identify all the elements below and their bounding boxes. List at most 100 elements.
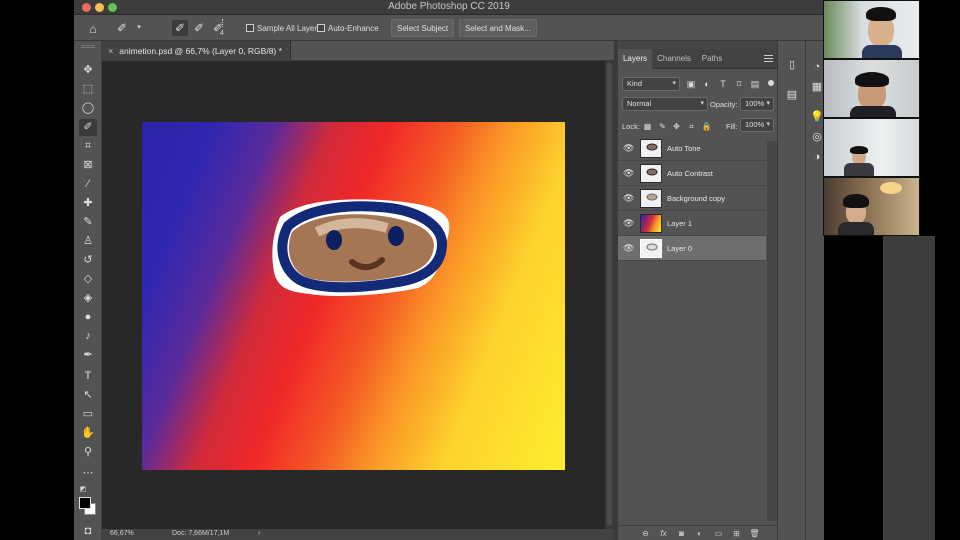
toolbar-grip[interactable] bbox=[81, 45, 95, 48]
participant-shirt bbox=[862, 45, 902, 58]
quick-mask-icon[interactable]: ◘ bbox=[79, 523, 97, 540]
participant-video-4[interactable] bbox=[823, 177, 920, 236]
scrollbar-thumb[interactable] bbox=[607, 63, 612, 525]
quick-selection-tool-icon[interactable]: ✐ bbox=[79, 119, 97, 136]
more-tools-icon[interactable]: ⋯ bbox=[79, 465, 97, 482]
pixel-layer-filter-icon[interactable]: ▣ bbox=[685, 78, 697, 90]
new-group-icon[interactable]: ▭ bbox=[713, 528, 724, 539]
zoom-tool-icon[interactable]: ⚲ bbox=[79, 444, 97, 461]
participant-shirt bbox=[844, 163, 874, 176]
participant-video-3[interactable] bbox=[823, 118, 920, 177]
lock-label: Lock: bbox=[622, 122, 640, 131]
sample-all-layers-checkbox[interactable]: Sample All Layers bbox=[246, 19, 321, 37]
home-icon[interactable]: ⌂ bbox=[85, 21, 101, 37]
healing-brush-tool-icon[interactable]: ✚ bbox=[79, 195, 97, 212]
layer-row[interactable]: 👁 Auto Tone bbox=[618, 136, 766, 161]
participant-hair bbox=[843, 194, 869, 208]
fill-field[interactable]: 100% ▾ bbox=[740, 118, 774, 132]
brush-size-dots bbox=[222, 19, 224, 27]
participant-video-1[interactable] bbox=[823, 0, 920, 59]
filter-toggle-icon[interactable] bbox=[768, 80, 774, 86]
document-tab[interactable]: × animetion.psd @ 66,7% (Layer 0, RGB/8)… bbox=[102, 41, 291, 61]
auto-enhance-label: Auto-Enhance bbox=[328, 23, 379, 33]
quick-selection-preset-icon[interactable]: ✐ bbox=[114, 20, 130, 36]
default-colors-icon[interactable]: ◩ bbox=[79, 481, 87, 498]
chevron-down-icon: ▾ bbox=[766, 100, 770, 107]
close-tab-icon[interactable]: × bbox=[108, 46, 113, 56]
screen-border bbox=[0, 0, 74, 540]
canvas-vertical-scrollbar[interactable] bbox=[605, 61, 614, 529]
tab-paths[interactable]: Paths bbox=[696, 49, 728, 69]
zoom-level[interactable]: 66,67% bbox=[110, 530, 134, 537]
brush-tool-icon[interactable]: ✎ bbox=[79, 214, 97, 231]
photoshop-app: Adobe Photoshop CC 2019 ⌂ ✐ ▾ ✐ ✐ ✐ 4 Sa… bbox=[0, 0, 960, 540]
adjustments-panel-icon[interactable]: ▤ bbox=[784, 87, 800, 103]
move-tool-icon[interactable]: ✥ bbox=[79, 62, 97, 79]
pen-tool-icon[interactable]: ✒ bbox=[79, 347, 97, 364]
path-selection-tool-icon[interactable]: ↖ bbox=[79, 387, 97, 404]
crop-tool-icon[interactable]: ⌗ bbox=[79, 138, 97, 155]
add-mask-icon[interactable]: ◙ bbox=[676, 528, 687, 539]
frame-tool-icon[interactable]: ⊠ bbox=[79, 157, 97, 174]
checkbox-box bbox=[317, 24, 325, 32]
visibility-eye-icon[interactable]: 👁 bbox=[623, 218, 634, 228]
layer-row[interactable]: 👁 Auto Contrast bbox=[618, 161, 766, 186]
blur-tool-icon[interactable]: ● bbox=[79, 309, 97, 326]
blend-mode-dropdown[interactable]: Normal ▾ bbox=[622, 97, 708, 111]
layers-scrollbar[interactable] bbox=[767, 141, 777, 521]
layer-row-selected[interactable]: 👁 Layer 0 bbox=[618, 236, 766, 261]
auto-enhance-checkbox[interactable]: Auto-Enhance bbox=[317, 19, 379, 37]
chevron-down-icon[interactable]: ▾ bbox=[131, 20, 147, 36]
filter-kind-dropdown[interactable]: Kind ▾ bbox=[622, 77, 680, 91]
visibility-eye-icon[interactable]: 👁 bbox=[623, 143, 634, 153]
lock-all-icon[interactable]: 🔒 bbox=[701, 121, 712, 132]
panel-menu-icon[interactable] bbox=[764, 55, 773, 62]
new-adjustment-layer-icon[interactable]: ◐ bbox=[694, 528, 705, 539]
eyedropper-tool-icon[interactable]: ⁄ bbox=[79, 176, 97, 193]
marquee-tool-icon[interactable]: ⬚ bbox=[79, 81, 97, 98]
visibility-eye-icon[interactable]: 👁 bbox=[623, 193, 634, 203]
layer-row[interactable]: 👁 Background copy bbox=[618, 186, 766, 211]
add-to-selection-icon[interactable]: ✐ bbox=[191, 20, 207, 36]
opacity-field[interactable]: 100% ▾ bbox=[740, 97, 774, 111]
hand-tool-icon[interactable]: ✋ bbox=[79, 425, 97, 442]
clone-stamp-tool-icon[interactable]: ♙ bbox=[79, 233, 97, 250]
new-selection-icon[interactable]: ✐ bbox=[172, 20, 188, 36]
paint-bucket-tool-icon[interactable]: ◈ bbox=[79, 290, 97, 307]
smart-object-filter-icon[interactable]: ▤ bbox=[749, 78, 761, 90]
layer-style-icon[interactable]: fx bbox=[658, 528, 669, 539]
type-layer-filter-icon[interactable]: T bbox=[717, 78, 729, 90]
image-canvas[interactable] bbox=[142, 122, 565, 470]
shape-layer-filter-icon[interactable]: ⌑ bbox=[733, 78, 745, 90]
lock-artboard-icon[interactable]: ⌗ bbox=[686, 121, 697, 132]
history-brush-tool-icon[interactable]: ↺ bbox=[79, 252, 97, 269]
delete-layer-icon[interactable]: 🗑 bbox=[749, 528, 760, 539]
filter-kind-value: Kind bbox=[627, 79, 643, 88]
collapsed-panels-strip: ▯ ▤ bbox=[777, 41, 804, 540]
dodge-tool-icon[interactable]: ♪ bbox=[79, 328, 97, 345]
link-layers-icon[interactable]: ⊖ bbox=[640, 528, 651, 539]
lasso-tool-icon[interactable]: ◯ bbox=[79, 100, 97, 117]
adjustment-layer-filter-icon[interactable]: ◐ bbox=[701, 78, 713, 90]
eraser-tool-icon[interactable]: ◇ bbox=[79, 271, 97, 288]
layer-row[interactable]: 👁 Layer 1 bbox=[618, 211, 766, 236]
participant-shirt bbox=[850, 106, 896, 117]
rectangle-tool-icon[interactable]: ▭ bbox=[79, 406, 97, 423]
tab-layers[interactable]: Layers bbox=[618, 49, 652, 69]
chevron-down-icon: ▾ bbox=[766, 121, 770, 128]
lock-position-icon[interactable]: ✥ bbox=[671, 121, 682, 132]
brush-size-value[interactable]: 4 bbox=[220, 30, 224, 37]
foreground-color-swatch[interactable] bbox=[79, 497, 91, 509]
status-arrow-icon[interactable]: › bbox=[258, 530, 260, 537]
type-tool-icon[interactable]: T bbox=[79, 368, 97, 385]
select-subject-button[interactable]: Select Subject bbox=[391, 19, 455, 37]
lock-image-pixels-icon[interactable]: ✎ bbox=[657, 121, 668, 132]
lock-transparent-pixels-icon[interactable]: ▦ bbox=[642, 121, 653, 132]
tab-channels[interactable]: Channels bbox=[654, 49, 694, 69]
properties-panel-icon[interactable]: ▯ bbox=[784, 57, 800, 73]
participant-video-2[interactable] bbox=[823, 59, 920, 118]
visibility-eye-icon[interactable]: 👁 bbox=[623, 168, 634, 178]
new-layer-icon[interactable]: ⊞ bbox=[731, 528, 742, 539]
visibility-eye-icon[interactable]: 👁 bbox=[623, 243, 634, 253]
select-and-mask-button[interactable]: Select and Mask... bbox=[459, 19, 537, 37]
